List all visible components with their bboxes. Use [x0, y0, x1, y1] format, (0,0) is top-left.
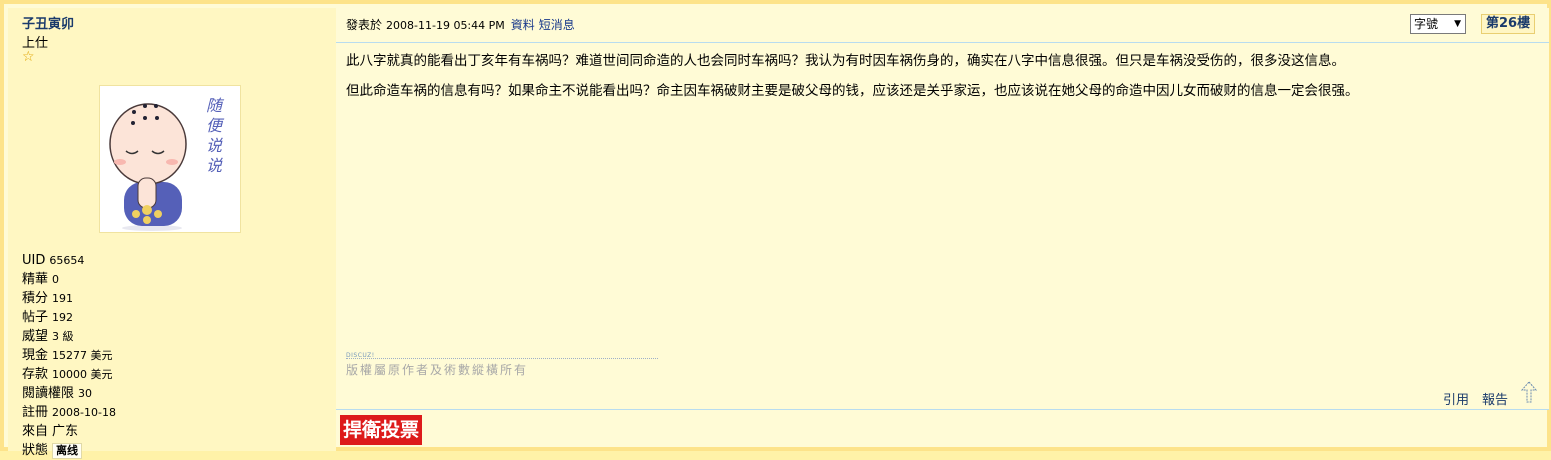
vote-banner[interactable]: 捍衛投票 [340, 415, 423, 445]
stat-prestige: 威望 3 級 [22, 329, 74, 344]
font-size-select[interactable]: 字號 ▼ [1410, 14, 1466, 34]
message-link[interactable]: 短消息 [539, 18, 575, 32]
stat-read-permission: 閱讀權限 30 [22, 386, 93, 401]
stat-points: 積分 191 [22, 291, 74, 306]
profile-link[interactable]: 資料 [511, 18, 535, 32]
post-body: 此八字就真的能看出丁亥年有车祸吗？难道世间同命造的人也会同时车祸吗？我认为有时因… [346, 52, 1536, 112]
stat-location: 來自 广东 [22, 424, 79, 439]
signature-divider [346, 358, 658, 359]
username[interactable]: 子丑寅卯 [22, 13, 74, 32]
status-badge: 离线 [52, 443, 83, 459]
back-to-top-icon[interactable] [1520, 380, 1538, 404]
post-paragraph: 但此命造车祸的信息有吗？如果命主不说能看出吗？命主因车祸破财主要是破父母的钱，应… [346, 83, 1359, 99]
stat-deposit: 存款 10000 美元 [22, 367, 113, 382]
author-profile: 子丑寅卯 上仕 ☆ 随便说说 UID 65654 精華 0 積分 191 帖子 … [8, 8, 336, 459]
floor-number[interactable]: 第26樓 [1481, 14, 1536, 34]
chevron-down-icon: ▼ [1454, 19, 1461, 29]
user-stats: UID 65654 精華 0 積分 191 帖子 192 威望 3 級 現金 15277 美… [22, 251, 116, 460]
stat-cash: 現金 15277 美元 [22, 348, 113, 363]
stat-registered: 註冊 2008-10-18 [22, 405, 116, 420]
post-frame: 子丑寅卯 上仕 ☆ 随便说说 UID 65654 精華 0 積分 191 帖子 … [0, 0, 1551, 459]
post-content: 發表於 2008-11-19 05:44 PM 資料 短消息 字號 ▼ 第26樓 此八… [336, 8, 1549, 410]
stat-uid: UID 65654 [22, 253, 85, 268]
stat-posts: 帖子 192 [22, 310, 74, 325]
star-icon: ☆ [22, 49, 35, 65]
post-date: 2008-11-19 05:44 PM [386, 19, 505, 32]
post-meta: 發表於 2008-11-19 05:44 PM 資料 短消息 [346, 16, 575, 33]
post-header: 發表於 2008-11-19 05:44 PM 資料 短消息 字號 ▼ 第26樓 [336, 8, 1549, 43]
quote-button[interactable]: 引用 [1443, 389, 1469, 408]
copyright-notice: 版權屬原作者及術數縱橫所有 [346, 363, 529, 377]
avatar-caption: 随便说说 [206, 96, 223, 175]
report-button[interactable]: 報告 [1482, 389, 1508, 408]
post-paragraph: 此八字就真的能看出丁亥年有车祸吗？难道世间同命造的人也会同时车祸吗？我认为有时因… [346, 53, 1345, 69]
stat-digest: 精華 0 [22, 272, 60, 287]
font-size-label: 字號 [1414, 17, 1439, 31]
posted-label: 發表於 [346, 18, 383, 32]
avatar: 随便说说 [99, 85, 241, 233]
post-footer: 引用 報告 [336, 380, 1549, 410]
